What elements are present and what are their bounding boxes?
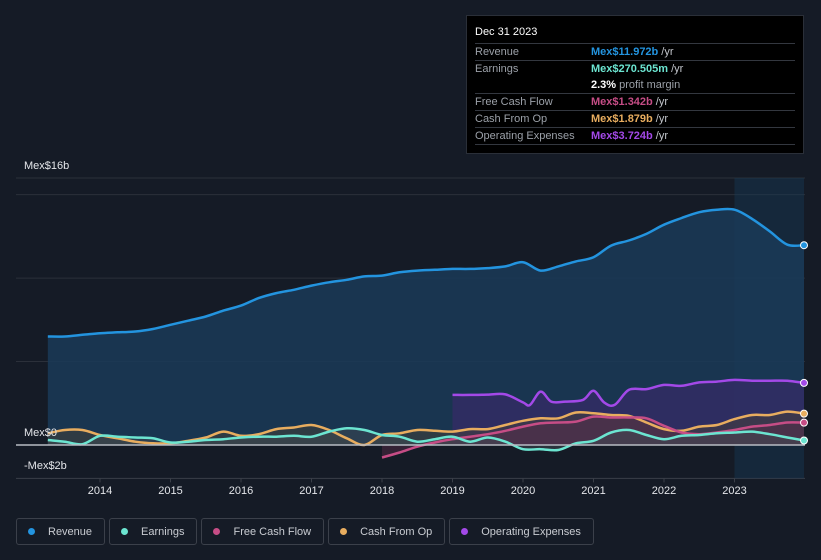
tooltip-row-earnings: Earnings Mex$270.505m /yr xyxy=(475,61,795,77)
tooltip-unit: /yr xyxy=(661,46,674,58)
legend-dot-icon xyxy=(213,528,221,535)
tooltip-panel: Dec 31 2023 Revenue Mex$11.972b /yr Earn… xyxy=(466,15,804,154)
profit-margin-value: 2.3% xyxy=(591,79,617,91)
x-tick-label: 2017 xyxy=(299,485,324,497)
free-cash-flow-end-marker xyxy=(800,418,808,427)
x-tick-label: 2014 xyxy=(87,485,113,497)
legend-dot-icon xyxy=(28,528,35,535)
profit-margin-label: profit margin xyxy=(619,79,681,91)
tooltip-row-margin: 2.3% profit margin xyxy=(475,77,795,94)
tooltip-row-cfo: Cash From Op Mex$1.879b /yr xyxy=(475,111,795,128)
tooltip-row-fcf: Free Cash Flow Mex$1.342b /yr xyxy=(475,94,795,111)
tooltip-label: Revenue xyxy=(475,46,520,58)
tooltip-unit: /yr xyxy=(671,63,684,75)
tooltip-label: Cash From Op xyxy=(475,113,548,125)
tooltip-unit: /yr xyxy=(655,96,668,108)
tooltip-date: Dec 31 2023 xyxy=(475,24,795,44)
legend-label: Operating Expenses xyxy=(481,525,581,538)
legend-dot-icon xyxy=(340,528,348,535)
revenue-end-marker xyxy=(800,241,808,250)
y-tick-label-top: Mex$16b xyxy=(24,160,70,172)
legend-label: Cash From Op xyxy=(360,525,433,538)
x-tick-label: 2019 xyxy=(440,485,465,497)
x-tick-label: 2022 xyxy=(651,485,677,497)
legend-dot-icon xyxy=(461,528,469,535)
tooltip-value: Mex$1.879b xyxy=(591,113,653,125)
legend-dot-icon xyxy=(121,528,129,535)
tooltip-value: Mex$3.724b xyxy=(591,130,653,142)
tooltip-label: Earnings xyxy=(475,63,519,75)
legend: Revenue Earnings Free Cash Flow Cash Fro… xyxy=(16,518,594,545)
x-tick-label: 2023 xyxy=(722,485,747,497)
x-axis xyxy=(99,478,735,483)
tooltip-value: Mex$270.505m xyxy=(591,63,669,75)
y-tick-label-bottom: -Mex$2b xyxy=(24,460,67,472)
legend-label: Revenue xyxy=(48,525,93,538)
earnings-end-marker xyxy=(800,436,808,445)
x-tick-label: 2021 xyxy=(581,485,606,497)
x-tick-label: 2020 xyxy=(510,485,536,497)
legend-item-earnings[interactable]: Earnings xyxy=(109,518,198,545)
legend-label: Free Cash Flow xyxy=(233,525,312,538)
tooltip-value: Mex$11.972b xyxy=(591,46,659,58)
x-tick-label: 2018 xyxy=(369,485,395,497)
x-tick-label: 2015 xyxy=(158,485,183,497)
tooltip-label: Operating Expenses xyxy=(475,130,575,142)
tooltip-unit: /yr xyxy=(655,113,668,125)
y-tick-label-zero: Mex$0 xyxy=(24,427,58,439)
tooltip-row-opex: Operating Expenses Mex$3.724b /yr xyxy=(475,128,795,145)
tooltip-row-revenue: Revenue Mex$11.972b /yr xyxy=(475,44,795,61)
legend-item-operating-expenses[interactable]: Operating Expenses xyxy=(449,518,594,545)
tooltip-label: Free Cash Flow xyxy=(475,96,553,108)
legend-label: Earnings xyxy=(141,525,185,538)
tooltip-value: Mex$1.342b xyxy=(591,96,653,108)
legend-item-cash-from-op[interactable]: Cash From Op xyxy=(328,518,446,545)
operating-expenses-end-marker xyxy=(800,378,808,387)
cash-from-op-end-marker xyxy=(800,409,808,418)
legend-item-free-cash-flow[interactable]: Free Cash Flow xyxy=(201,518,325,545)
tooltip-unit: /yr xyxy=(655,130,668,142)
series-areas xyxy=(47,208,804,458)
legend-item-revenue[interactable]: Revenue xyxy=(16,518,106,545)
x-tick-label: 2016 xyxy=(228,485,254,497)
